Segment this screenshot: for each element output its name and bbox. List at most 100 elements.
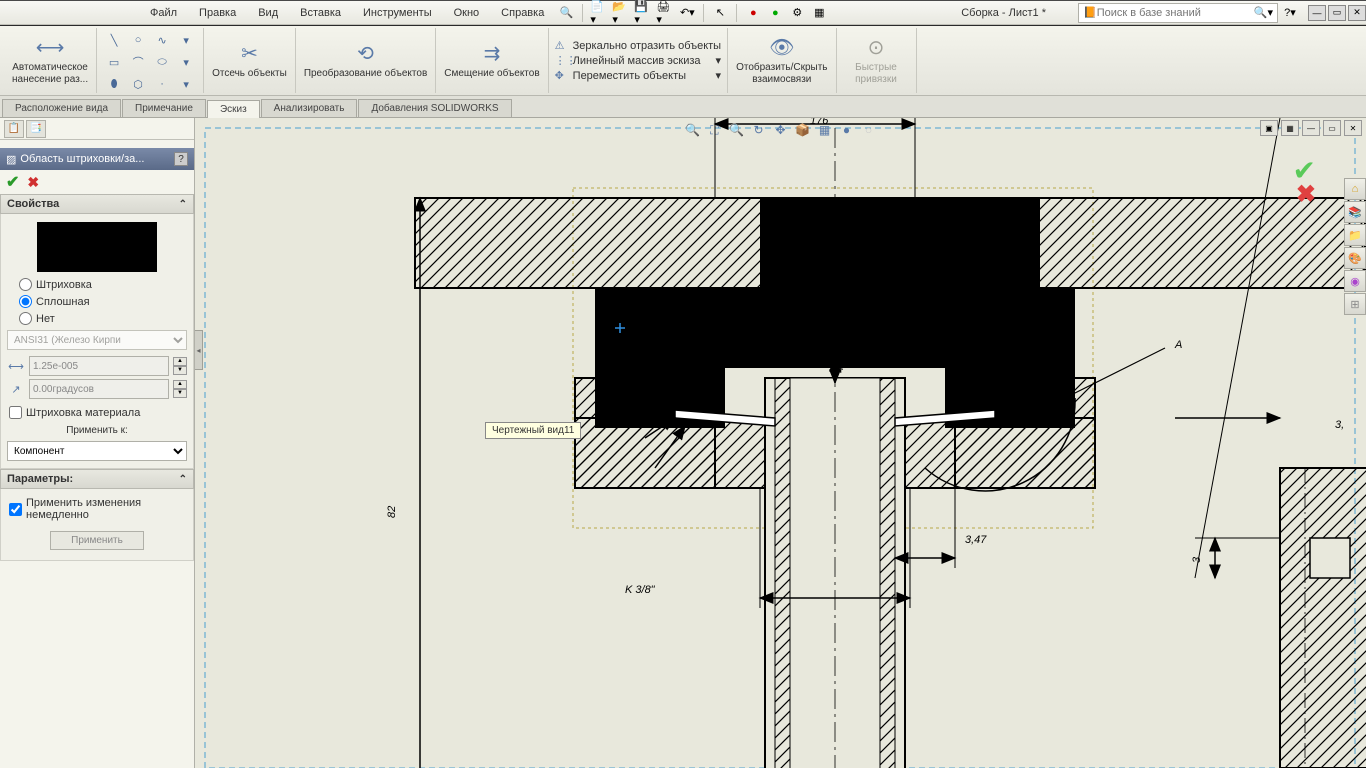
resources-icon[interactable]: 📚 — [1344, 201, 1366, 223]
menu-window[interactable]: Окно — [444, 4, 490, 22]
tab-annotation[interactable]: Примечание — [122, 99, 206, 117]
dropdown-icon[interactable]: ▾ — [175, 74, 197, 94]
rebuild-icon[interactable]: ● — [743, 3, 763, 23]
menu-insert[interactable]: Вставка — [290, 4, 351, 22]
confirm-corner-cancel-icon[interactable]: ✖ — [1296, 180, 1316, 209]
scale-spinner[interactable]: ▲▼ — [173, 357, 187, 375]
help-icon[interactable]: ?▾ — [1280, 3, 1300, 23]
ribbon-auto-dimension[interactable]: ⟷ Автоматическое нанесение раз... — [4, 28, 97, 93]
menu-tools[interactable]: Инструменты — [353, 4, 442, 22]
search-box[interactable]: 📙 🔍▾ — [1078, 3, 1278, 23]
convert-icon: ⟲ — [357, 41, 374, 66]
angle-spinner[interactable]: ▲▼ — [173, 380, 187, 398]
section-parameters-body: Применить изменения немедленно Применить — [0, 489, 194, 561]
zoom-area-icon[interactable]: ⛶ — [705, 120, 725, 140]
maximize-button[interactable]: ▭ — [1328, 5, 1346, 21]
material-hatch-checkbox[interactable]: Штриховка материала — [7, 402, 187, 423]
search-input[interactable] — [1097, 7, 1254, 19]
rect-tool-icon[interactable]: ▭ — [103, 52, 125, 72]
zoom-fit-icon[interactable]: 🔍 — [683, 120, 703, 140]
apply-button[interactable]: Применить — [50, 531, 144, 550]
ribbon-label: Преобразование объектов — [304, 68, 427, 80]
search-icon[interactable]: 🔍 — [556, 3, 576, 23]
library-icon[interactable]: 📁 — [1344, 224, 1366, 246]
properties-icon[interactable]: ⊞ — [1344, 293, 1366, 315]
spline-tool-icon[interactable]: ∿ — [151, 30, 173, 50]
ribbon-pattern[interactable]: ⋮⋮Линейный массив эскиза▾ — [555, 54, 721, 67]
max-icon[interactable]: ▭ — [1323, 120, 1341, 136]
select-icon[interactable]: ↖ — [710, 3, 730, 23]
viewport-icon[interactable]: ▦ — [1281, 120, 1299, 136]
menu-help[interactable]: Справка — [491, 4, 554, 22]
apply-immediately-checkbox[interactable]: Применить изменения немедленно — [7, 493, 187, 525]
menu-edit[interactable]: Правка — [189, 4, 246, 22]
angle-icon: ↗ — [7, 383, 25, 396]
ellipse-tool-icon[interactable]: ⬭ — [151, 52, 173, 72]
minimize-button[interactable]: — — [1308, 5, 1326, 21]
line-tool-icon[interactable]: ╲ — [103, 30, 125, 50]
ribbon-display-relations[interactable]: 👁 Отобразить/Скрыть взаимосвязи — [728, 28, 836, 93]
dropdown-icon[interactable]: ▾ — [716, 54, 722, 67]
command-tabs: Расположение вида Примечание Эскиз Анали… — [0, 96, 1366, 118]
hide-show-icon[interactable]: ○ — [859, 120, 879, 140]
apply-to-combo[interactable]: Компонент — [7, 441, 187, 461]
layout-icon[interactable]: ▦ — [809, 3, 829, 23]
menu-file[interactable]: Файл — [140, 4, 187, 22]
ribbon-convert[interactable]: ⟲ Преобразование объектов — [296, 28, 436, 93]
ribbon-mirror[interactable]: ⚠Зеркально отразить объекты — [555, 39, 721, 52]
slot-tool-icon[interactable]: ⬮ — [103, 74, 125, 94]
angle-input[interactable] — [29, 379, 169, 399]
tab-sketch[interactable]: Эскиз — [207, 100, 260, 118]
3d-view-icon[interactable]: 📦 — [793, 120, 813, 140]
close-button[interactable]: ✕ — [1348, 5, 1366, 21]
ribbon-trim[interactable]: ✂ Отсечь объекты — [204, 28, 296, 93]
menu-view[interactable]: Вид — [248, 4, 288, 22]
cancel-button[interactable]: ✖ — [27, 174, 39, 191]
options-icon[interactable]: ⚙ — [787, 3, 807, 23]
section-parameters-header[interactable]: Параметры: ⌃ — [0, 469, 194, 489]
open-icon[interactable]: 📂▾ — [611, 3, 631, 23]
traffic-icon[interactable]: ● — [765, 3, 785, 23]
tab-addins[interactable]: Добавления SOLIDWORKS — [358, 99, 511, 117]
circle-tool-icon[interactable]: ○ — [127, 30, 149, 50]
display-style-icon[interactable]: ● — [837, 120, 857, 140]
appearance-icon[interactable]: ◉ — [1344, 270, 1366, 292]
dropdown-icon[interactable]: ▾ — [175, 30, 197, 50]
feature-tree-tab-icon[interactable]: 📋 — [4, 120, 24, 138]
polygon-tool-icon[interactable]: ⬡ — [127, 74, 149, 94]
undo-icon[interactable]: ↶▾ — [677, 3, 697, 23]
pan-icon[interactable]: ✥ — [771, 120, 791, 140]
close-icon[interactable]: ✕ — [1344, 120, 1362, 136]
help-button[interactable]: ? — [174, 152, 188, 166]
tab-view-layout[interactable]: Расположение вида — [2, 99, 121, 117]
save-icon[interactable]: 💾▾ — [633, 3, 653, 23]
drawing-canvas[interactable]: 🔍 ⛶ 🔍 ↻ ✥ 📦 ▦ ● ○ ▣ ▦ — ▭ ✕ ✔ ✖ ⌂ 📚 📁 🎨 … — [195, 118, 1366, 768]
rotate-icon[interactable]: ↻ — [749, 120, 769, 140]
home-icon[interactable]: ⌂ — [1344, 178, 1366, 200]
scale-input[interactable] — [29, 356, 169, 376]
dropdown-icon[interactable]: ▾ — [716, 69, 722, 82]
section-icon[interactable]: ▦ — [815, 120, 835, 140]
arc-tool-icon[interactable]: ⌒ — [127, 52, 149, 72]
search-magnify-icon[interactable]: 🔍▾ — [1254, 6, 1273, 19]
section-properties-header[interactable]: Свойства ⌃ — [0, 194, 194, 214]
palette-icon[interactable]: 🎨 — [1344, 247, 1366, 269]
radio-solid[interactable]: Сплошная — [7, 293, 187, 310]
ribbon-move[interactable]: ✥Переместить объекты▾ — [555, 69, 721, 82]
tab-analyze[interactable]: Анализировать — [261, 99, 358, 117]
ok-button[interactable]: ✔ — [6, 172, 19, 192]
radio-none[interactable]: Нет — [7, 310, 187, 327]
zoom-prev-icon[interactable]: 🔍 — [727, 120, 747, 140]
snap-icon: ⊙ — [868, 35, 885, 60]
ribbon-offset[interactable]: ⇉ Смещение объектов — [436, 28, 548, 93]
hatch-pattern-combo[interactable]: ANSI31 (Железо Кирпи — [7, 330, 187, 350]
dropdown-icon[interactable]: ▾ — [175, 52, 197, 72]
panel-collapse-handle[interactable]: ◂ — [195, 330, 203, 370]
print-icon[interactable]: 🖨▾ — [655, 3, 675, 23]
property-tab-icon[interactable]: 📑 — [26, 120, 46, 138]
radio-hatch[interactable]: Штриховка — [7, 276, 187, 293]
viewport-icon[interactable]: ▣ — [1260, 120, 1278, 136]
point-tool-icon[interactable]: · — [151, 74, 173, 94]
min-icon[interactable]: — — [1302, 120, 1320, 136]
new-doc-icon[interactable]: 📄▾ — [589, 3, 609, 23]
